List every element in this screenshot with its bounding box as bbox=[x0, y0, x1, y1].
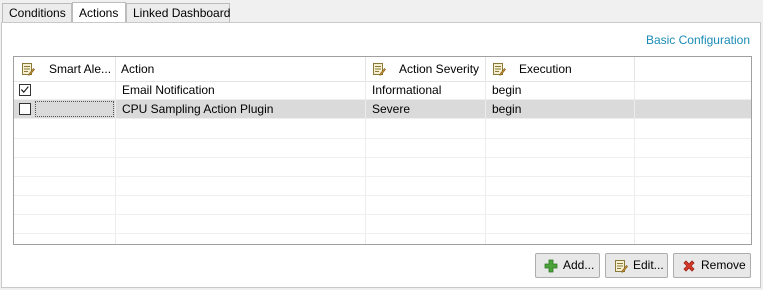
table-header: Smart Ale... Action Action Severity Exec… bbox=[14, 57, 751, 82]
edit-button[interactable]: Edit... bbox=[605, 253, 668, 278]
action-cell: CPU Sampling Action Plugin bbox=[116, 100, 366, 119]
red-x-icon bbox=[683, 260, 695, 272]
column-header-smart-alert[interactable]: Smart Ale... bbox=[14, 57, 116, 81]
plus-icon bbox=[544, 259, 558, 273]
execution-cell: begin bbox=[486, 100, 635, 119]
smart-alert-cell bbox=[14, 81, 116, 100]
severity-cell: Informational bbox=[366, 81, 486, 100]
actions-table: Smart Ale... Action Action Severity Exec… bbox=[13, 56, 752, 245]
note-edit-icon bbox=[615, 260, 628, 273]
actions-panel: Basic Configuration Smart Ale... Action … bbox=[1, 22, 761, 288]
grid-line bbox=[14, 157, 751, 158]
checkmark-icon bbox=[20, 86, 29, 93]
basic-configuration-link[interactable]: Basic Configuration bbox=[646, 33, 750, 47]
focus-indicator bbox=[35, 101, 114, 117]
grid-line bbox=[14, 214, 751, 215]
grid-line bbox=[14, 176, 751, 177]
column-label: Execution bbox=[519, 62, 572, 76]
column-header-action-severity[interactable]: Action Severity bbox=[366, 57, 486, 81]
column-label: Action bbox=[121, 62, 155, 76]
tab-linked-dashboard[interactable]: Linked Dashboard bbox=[126, 3, 230, 22]
tab-actions[interactable]: Actions bbox=[72, 2, 126, 23]
action-cell: Email Notification bbox=[116, 81, 366, 100]
table-row[interactable]: Email Notification Informational begin bbox=[14, 81, 751, 100]
note-edit-icon bbox=[493, 63, 506, 76]
remove-button[interactable]: Remove bbox=[673, 253, 751, 278]
grid-line bbox=[14, 138, 751, 139]
note-edit-icon bbox=[22, 63, 35, 76]
smart-alert-checkbox[interactable] bbox=[19, 103, 31, 115]
grid-line bbox=[14, 195, 751, 196]
table-row[interactable]: CPU Sampling Action Plugin Severe begin bbox=[14, 100, 751, 119]
column-header-execution[interactable]: Execution bbox=[486, 57, 635, 81]
column-label: Smart Ale... bbox=[49, 62, 112, 76]
note-edit-icon bbox=[373, 63, 386, 76]
smart-alert-cell bbox=[14, 100, 116, 119]
add-button-label: Add... bbox=[563, 258, 595, 272]
remove-button-label: Remove bbox=[701, 258, 746, 272]
tab-conditions[interactable]: Conditions bbox=[2, 3, 72, 22]
severity-cell: Severe bbox=[366, 100, 486, 119]
edit-button-label: Edit... bbox=[633, 258, 664, 272]
column-label: Action Severity bbox=[399, 62, 480, 76]
smart-alert-checkbox[interactable] bbox=[19, 84, 31, 96]
execution-cell: begin bbox=[486, 81, 635, 100]
grid-line bbox=[14, 233, 751, 234]
column-header-action[interactable]: Action bbox=[116, 57, 366, 81]
add-button[interactable]: Add... bbox=[535, 253, 600, 278]
